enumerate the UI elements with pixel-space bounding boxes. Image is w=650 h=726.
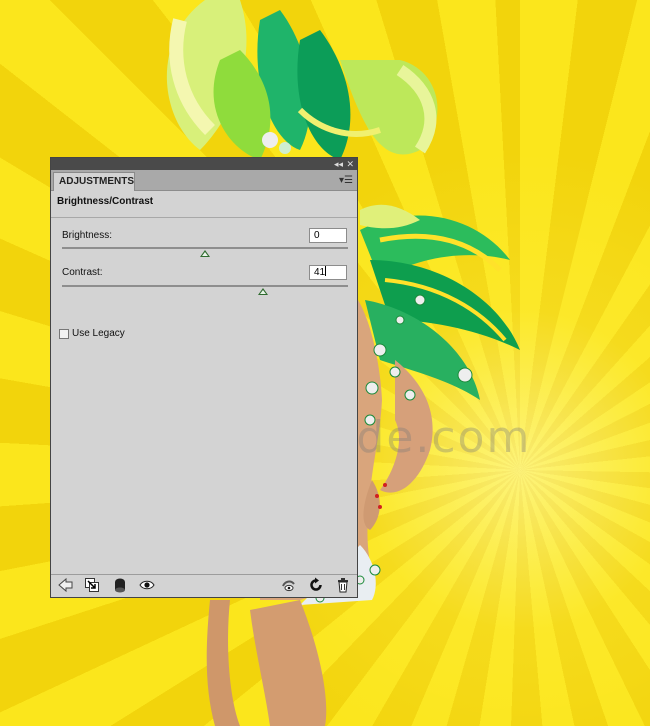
contrast-value: 41: [314, 267, 326, 278]
contrast-field[interactable]: 41: [309, 265, 347, 280]
view-previous-state-icon[interactable]: [281, 577, 297, 593]
visibility-eye-icon[interactable]: [139, 577, 155, 593]
divider: [51, 217, 357, 218]
adjustment-title: Brightness/Contrast: [57, 196, 154, 207]
reset-icon[interactable]: [308, 577, 324, 593]
shoulder-feathers: [360, 204, 520, 400]
layer-mask-icon[interactable]: [112, 577, 128, 593]
close-icon[interactable]: ✕: [346, 158, 354, 170]
headdress-feathers: [166, 0, 438, 160]
contrast-slider-thumb[interactable]: [258, 288, 268, 295]
panel-footer-toolbar: [51, 574, 357, 597]
panel-title-bar[interactable]: ◂◂ ✕: [51, 158, 357, 170]
adjustments-panel: ◂◂ ✕ ADJUSTMENTS ▾☰ Brightness/Contrast …: [50, 157, 358, 598]
panel-menu-icon[interactable]: ▾☰: [339, 175, 353, 186]
text-cursor: [325, 266, 327, 276]
back-arrow-icon[interactable]: [57, 577, 73, 593]
delete-icon[interactable]: [335, 577, 351, 593]
contrast-label: Contrast:: [62, 267, 103, 278]
brightness-label: Brightness:: [62, 230, 113, 241]
brightness-field[interactable]: 0: [309, 228, 347, 243]
use-legacy-label: Use Legacy: [72, 328, 125, 339]
brightness-slider-track[interactable]: [62, 247, 348, 249]
contrast-slider-track[interactable]: [62, 285, 348, 287]
tab-adjustments[interactable]: ADJUSTMENTS: [53, 172, 135, 191]
panel-tab-row: ADJUSTMENTS ▾☰: [51, 170, 357, 191]
use-legacy-checkbox[interactable]: [59, 329, 69, 339]
brightness-slider-thumb[interactable]: [200, 250, 210, 257]
clip-to-layer-icon[interactable]: [84, 577, 100, 593]
collapse-icon[interactable]: ◂◂: [334, 158, 343, 170]
